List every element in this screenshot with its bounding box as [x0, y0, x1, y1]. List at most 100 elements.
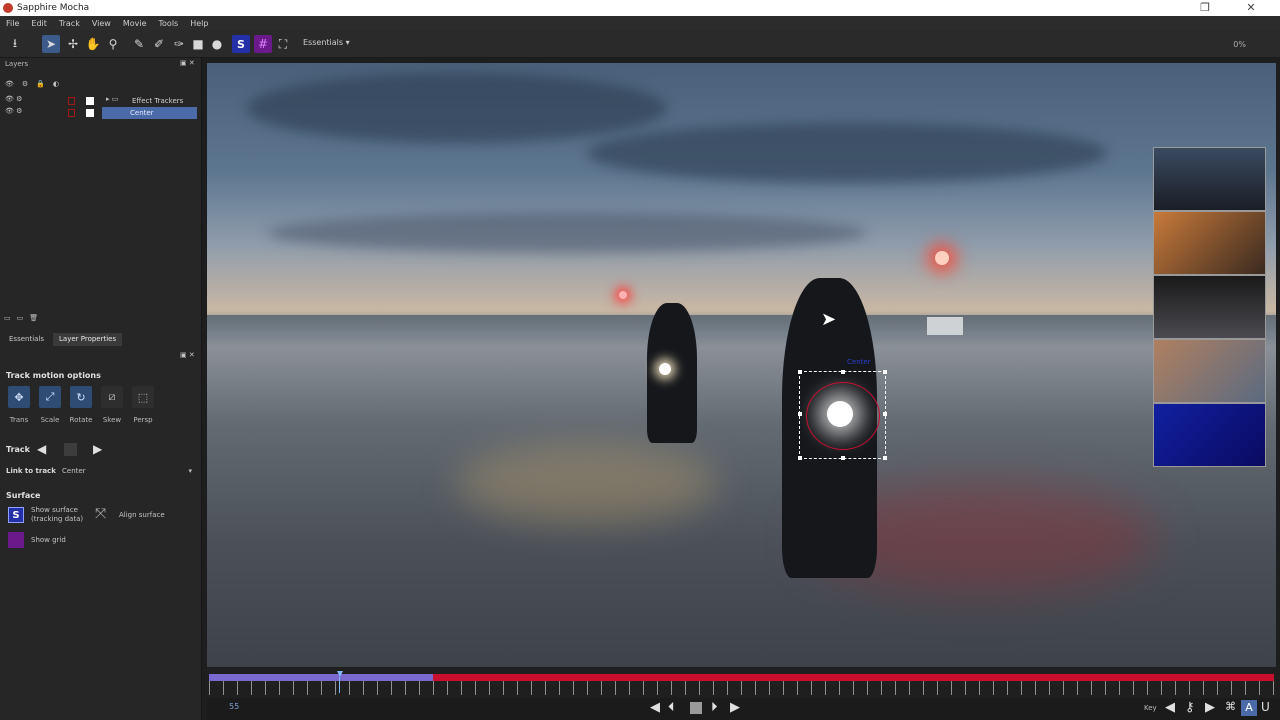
eye-icon[interactable]: 👁 ⚙ — [5, 95, 22, 103]
video-tile-participant-3 — [1153, 339, 1266, 403]
xspline-tool-icon[interactable]: ✎ — [130, 35, 148, 53]
clip-viewer[interactable]: Center ➤ — [207, 63, 1276, 667]
track-forward-icon[interactable]: ▶ — [93, 442, 102, 456]
show-grid-label[interactable]: Show grid — [31, 536, 66, 544]
grid-toggle-icon[interactable]: # — [254, 35, 272, 53]
menu-view[interactable]: View — [92, 19, 111, 28]
menu-edit[interactable]: Edit — [31, 19, 47, 28]
align-surface-label[interactable]: Align surface — [119, 511, 165, 519]
eye-column-icon[interactable]: 👁 — [5, 80, 22, 88]
fit-view-icon[interactable]: ⛶ — [274, 35, 292, 53]
timeline-ticks — [209, 681, 1274, 695]
hand-tool-icon[interactable]: ✋ — [84, 35, 102, 53]
undo-key-icon[interactable]: U — [1261, 700, 1270, 714]
menu-tools[interactable]: Tools — [159, 19, 179, 28]
bezier-tool-icon[interactable]: ✑ — [170, 35, 188, 53]
tab-essentials[interactable]: Essentials — [3, 333, 50, 346]
surface-edge-handle[interactable] — [883, 412, 887, 416]
horizon-water — [207, 315, 1276, 333]
lock-column-icon[interactable]: 🔒 — [36, 80, 53, 88]
add-xspline-tool-icon[interactable]: ✐ — [150, 35, 168, 53]
show-grid-icon[interactable] — [8, 532, 24, 548]
stop-track-icon[interactable] — [64, 443, 77, 456]
surface-edge-handle[interactable] — [798, 412, 802, 416]
workspace-select[interactable]: Essentials ▾ — [303, 38, 350, 47]
headlight-glow — [457, 443, 717, 523]
flare-right — [935, 251, 949, 265]
scale-toggle-icon[interactable]: ⤢ — [39, 386, 61, 408]
show-surface-sub: (tracking data) — [31, 515, 84, 523]
trans-toggle-icon[interactable]: ✥ — [8, 386, 30, 408]
download-icon[interactable]: ⭳ — [6, 35, 24, 53]
rider-left — [647, 303, 697, 443]
timeline[interactable] — [207, 668, 1276, 698]
ellipse-tool-icon[interactable]: ● — [208, 35, 226, 53]
tracking-surface[interactable] — [798, 370, 887, 460]
workspace-value: Essentials — [303, 38, 344, 47]
duplicate-layer-icon[interactable]: ▭ — [17, 314, 30, 322]
trash-icon[interactable]: 🗑 — [29, 314, 44, 322]
select-tool-icon[interactable]: ➤ — [42, 35, 60, 53]
layer-checkbox[interactable] — [86, 97, 94, 105]
stop-icon[interactable] — [690, 702, 702, 714]
menu-movie[interactable]: Movie — [123, 19, 147, 28]
surface-edge-handle[interactable] — [841, 370, 845, 374]
close-icon[interactable]: ✕ — [1228, 0, 1274, 16]
mouse-cursor-icon: ➤ — [821, 309, 837, 330]
eye-icon[interactable]: 👁 ⚙ — [5, 107, 22, 115]
layer-row-center[interactable]: 👁 ⚙ Center — [0, 107, 200, 119]
rotate-label: Rotate — [69, 416, 93, 424]
surface-toggle-icon[interactable]: S — [232, 35, 250, 53]
menu-help[interactable]: Help — [190, 19, 208, 28]
add-point-tool-icon[interactable]: ✢ — [64, 35, 82, 53]
current-frame-field[interactable]: 55 — [207, 702, 267, 714]
link-to-track-select[interactable]: Center ▾ — [62, 467, 192, 475]
go-start-icon[interactable]: ◀ — [650, 700, 660, 715]
surface-corner-handle[interactable] — [883, 370, 887, 374]
timeline-range-bar[interactable] — [209, 674, 1274, 681]
spline-shape[interactable] — [806, 382, 880, 450]
skew-toggle-icon[interactable]: ⧄ — [101, 386, 123, 408]
menu-file[interactable]: File — [6, 19, 19, 28]
sky-cloud — [247, 73, 667, 143]
dropdown-arrow-icon: ▾ — [188, 467, 192, 475]
track-backward-icon[interactable]: ◀ — [37, 442, 46, 456]
new-layer-icon[interactable]: ▭ — [4, 314, 17, 322]
add-key-icon[interactable]: ⚷ — [1185, 700, 1195, 715]
track-label: Track — [6, 445, 30, 454]
rotate-toggle-icon[interactable]: ↻ — [70, 386, 92, 408]
title-bar: Sapphire Mocha ❐ ✕ — [0, 0, 1280, 16]
surface-corner-handle[interactable] — [798, 456, 802, 460]
play-icon[interactable]: ▶ — [730, 700, 740, 715]
step-forward-icon[interactable]: ⏵ — [711, 700, 718, 715]
delete-key-icon[interactable]: ⌘ — [1225, 700, 1236, 713]
next-key-icon[interactable]: ▶ — [1205, 700, 1215, 715]
color-swatch-icon — [68, 97, 75, 105]
show-surface-icon[interactable]: S — [8, 507, 24, 523]
link-to-track-value: Center — [62, 467, 86, 475]
prev-key-icon[interactable]: ◀ — [1165, 700, 1175, 715]
step-back-icon[interactable]: ⏴ — [668, 700, 675, 715]
playhead-handle[interactable] — [337, 671, 343, 693]
menu-track[interactable]: Track — [59, 19, 80, 28]
auto-key-icon[interactable]: A — [1241, 700, 1257, 716]
panel-float-icon[interactable]: ▣ ✕ — [180, 59, 195, 67]
zoom-tool-icon[interactable]: ⚲ — [104, 35, 122, 53]
surface-edge-handle[interactable] — [841, 456, 845, 460]
layer-checkbox[interactable] — [86, 109, 94, 117]
gear-column-icon[interactable]: ⚙ — [22, 80, 36, 88]
surface-corner-handle[interactable] — [883, 456, 887, 460]
align-surface-icon[interactable]: ⤧ — [95, 506, 106, 522]
rectangle-tool-icon[interactable]: ■ — [189, 35, 207, 53]
surface-corner-handle[interactable] — [798, 370, 802, 374]
headlight-left — [659, 363, 671, 375]
properties-float-icon[interactable]: ▣ ✕ — [180, 351, 195, 359]
persp-toggle-icon[interactable]: ⬚ — [132, 386, 154, 408]
layer-row-group[interactable]: 👁 ⚙ ▸ ▭ Effect Trackers — [0, 95, 200, 107]
color-column-icon[interactable]: ◐ — [53, 80, 67, 88]
restore-icon[interactable]: ❐ — [1182, 0, 1228, 16]
show-surface-label: Show surface — [31, 506, 78, 514]
show-surface-text[interactable]: Show surface (tracking data) — [31, 506, 83, 524]
tab-layer-properties[interactable]: Layer Properties — [53, 333, 123, 346]
track-motion-title: Track motion options — [6, 371, 101, 380]
